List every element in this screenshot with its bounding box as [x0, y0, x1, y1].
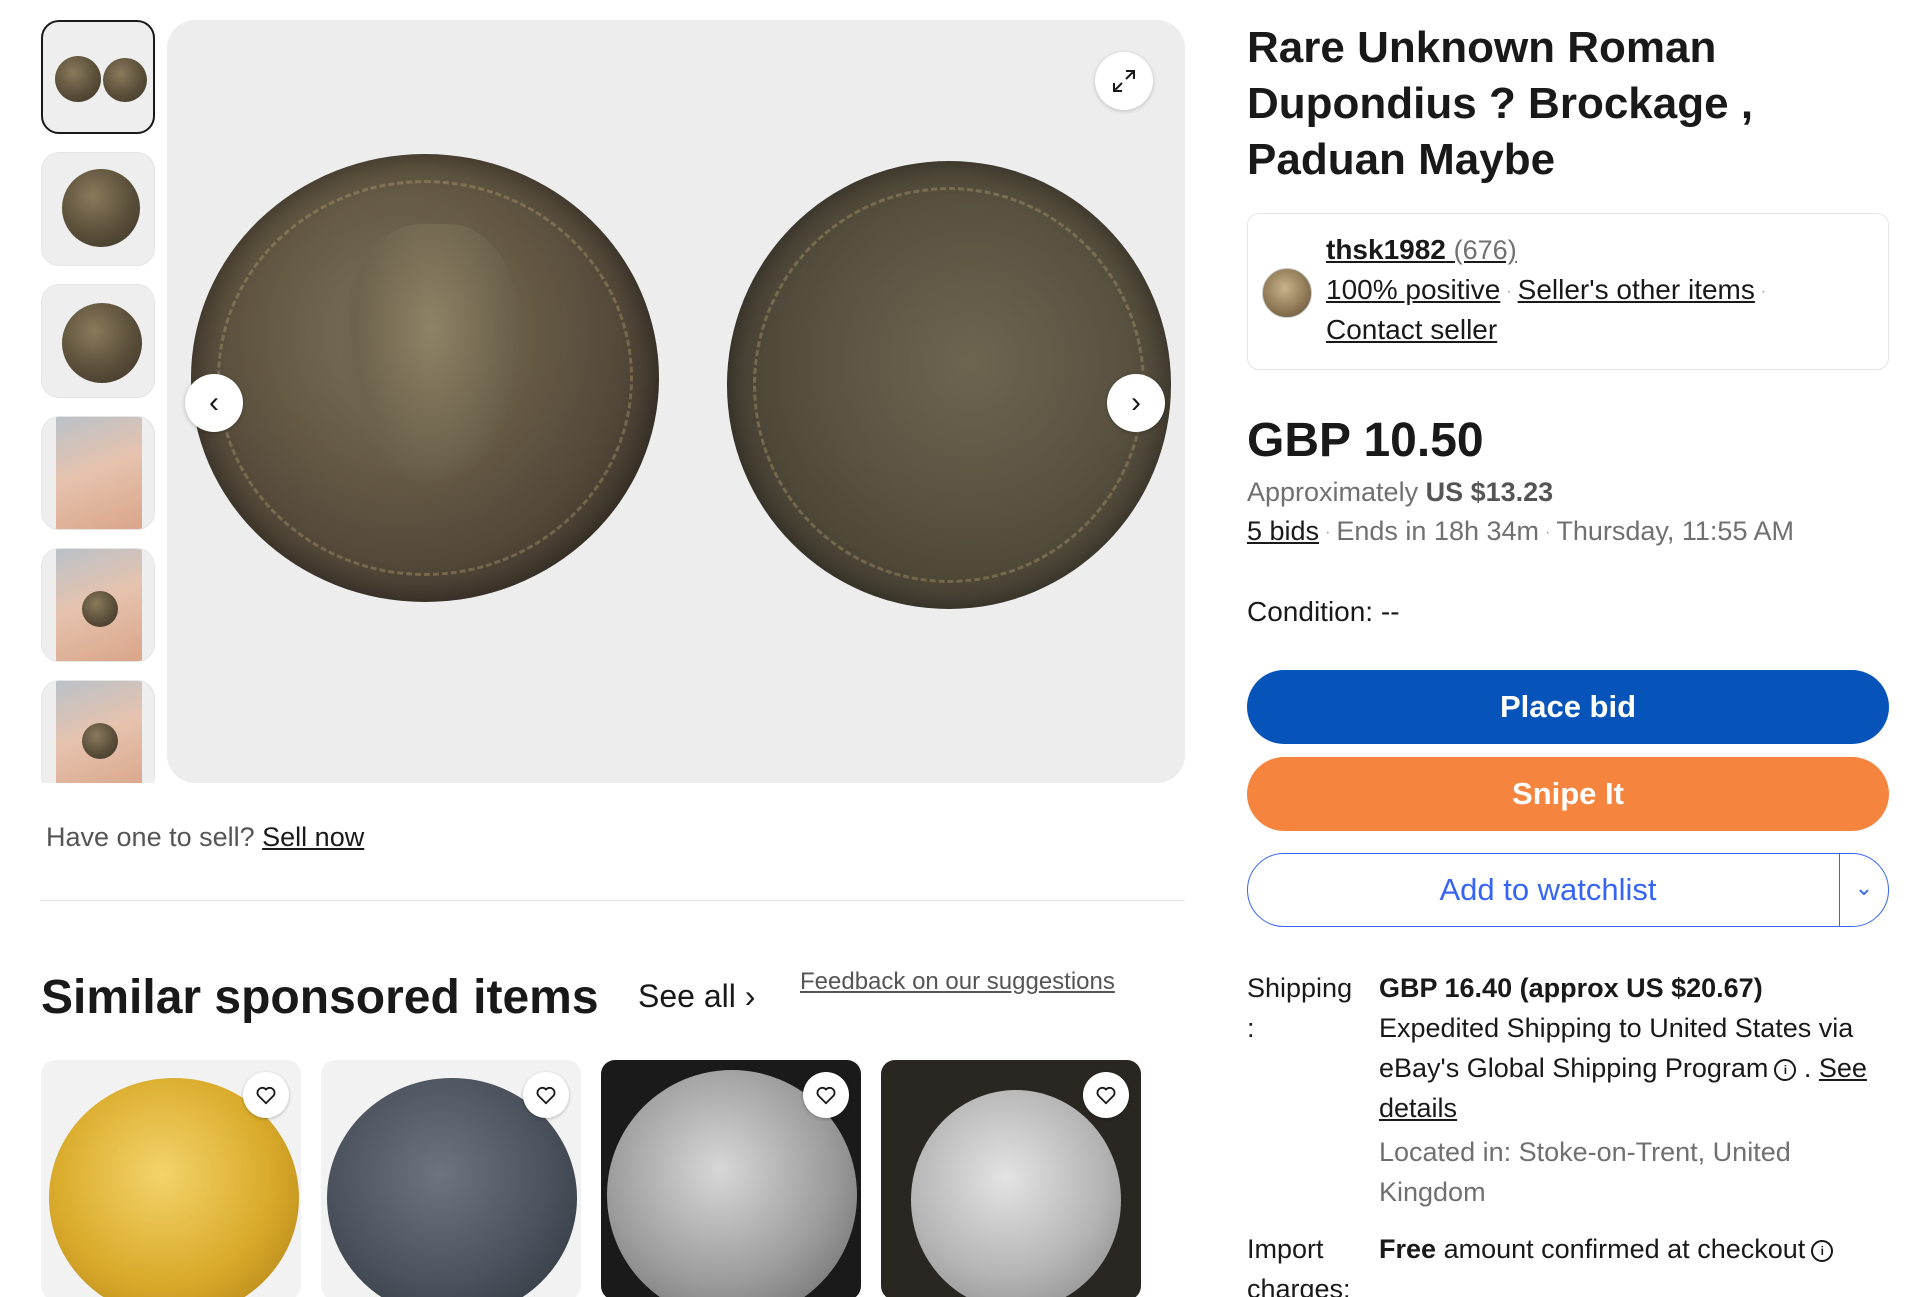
sell-prompt: Have one to sell? Sell now [46, 822, 364, 853]
coin-legend-ring [753, 187, 1145, 583]
shipping-price: GBP 16.40 (approx US $20.67) [1379, 973, 1763, 1003]
see-all-link[interactable]: See all › [638, 978, 755, 1015]
seller-other-items-link[interactable]: Seller's other items [1518, 274, 1755, 305]
coin-thumb-image [62, 303, 142, 383]
watch-heart-button[interactable] [803, 1072, 849, 1118]
condition-row: Condition: -- [1247, 596, 1400, 628]
place-bid-label: Place bid [1499, 689, 1637, 724]
seller-avatar[interactable] [1262, 268, 1312, 318]
approx-price: Approximately US $13.23 [1247, 477, 1553, 508]
time-left: Ends in 18h 34m [1336, 516, 1540, 546]
chevron-left-icon: ‹ [209, 386, 219, 419]
heart-icon [256, 1086, 276, 1105]
seller-links: 100% positive · Seller's other items · [1326, 274, 1772, 306]
listing-title: Rare Unknown Roman Dupondius ? Brockage … [1247, 23, 1754, 184]
seller-feedback-count: (676) [1453, 235, 1517, 265]
next-image-button[interactable]: › [1107, 374, 1165, 432]
elephant-coin-image [911, 1090, 1121, 1297]
separator-dot: · [1325, 523, 1331, 541]
watchlist-label: Add to watchlist [1439, 872, 1657, 907]
seller-card: thsk1982 (676) 100% positive · Seller's ot… [1247, 213, 1889, 370]
shipping-label: Shipping: [1247, 973, 1353, 1043]
item-location: Located in: Stoke-on-Trent, United Kingd… [1379, 1137, 1791, 1207]
feedback-link[interactable]: Feedback on our suggestions [800, 968, 1115, 996]
add-to-watchlist-button[interactable]: Add to watchlist ⌄ [1247, 853, 1889, 927]
heart-icon [1096, 1086, 1116, 1105]
sell-now-link[interactable]: Sell now [262, 822, 364, 852]
seller-name: thsk1982 [1326, 234, 1446, 265]
similar-item-card[interactable] [321, 1060, 581, 1297]
coin-reverse-image [727, 161, 1171, 609]
watch-heart-button[interactable] [243, 1072, 289, 1118]
coin-portrait [341, 224, 521, 484]
thumbnail-6[interactable] [41, 680, 155, 783]
bids-info: 5 bids · Ends in 18h 34m · Thursday, 11:55 A… [1247, 516, 1794, 547]
previous-image-button[interactable]: ‹ [185, 374, 243, 432]
chevron-down-icon[interactable]: ⌄ [1852, 875, 1876, 900]
bids-link[interactable]: 5 bids [1247, 516, 1319, 546]
thumbnail-1[interactable] [41, 20, 155, 134]
similar-item-card[interactable] [41, 1060, 301, 1297]
separator-dot: · [1506, 282, 1512, 300]
snipe-it-label: Snipe It [1512, 776, 1624, 811]
see-all-label: See all [638, 978, 736, 1014]
condition-label: Condition: [1247, 596, 1374, 627]
coin-thumb-image [82, 723, 118, 759]
similar-items-title: Similar sponsored items [41, 971, 599, 1024]
thumbnail-5[interactable] [41, 548, 155, 662]
coin-thumb-image [82, 591, 118, 627]
main-image-viewer[interactable]: ‹ › [167, 20, 1185, 783]
watchlist-divider [1838, 854, 1840, 926]
coin-thumb-image [62, 169, 140, 247]
separator-dot: · [1760, 282, 1767, 300]
separator-dot: · [1545, 523, 1551, 541]
chevron-right-icon: › [1131, 386, 1141, 419]
current-price: GBP 10.50 [1247, 414, 1484, 467]
similar-items-carousel [41, 1060, 1151, 1297]
thumbnail-3[interactable] [41, 284, 155, 398]
snipe-it-button[interactable]: Snipe It [1247, 757, 1889, 831]
contact-seller-link[interactable]: Contact seller [1326, 314, 1497, 345]
thumbnail-2[interactable] [41, 152, 155, 266]
coin-thumb-image [103, 58, 147, 102]
similar-item-card[interactable] [881, 1060, 1141, 1297]
positive-feedback-link[interactable]: 100% positive [1326, 274, 1500, 305]
import-charges-label: Import charges: [1247, 1234, 1351, 1297]
import-text: amount confirmed at checkout [1443, 1234, 1806, 1264]
chevron-right-icon: › [744, 978, 756, 1014]
coin-thumb-image [55, 56, 101, 102]
import-free: Free [1379, 1234, 1437, 1264]
watch-heart-button[interactable] [523, 1072, 569, 1118]
heart-icon [536, 1086, 556, 1105]
condition-value: -- [1380, 596, 1400, 627]
seller-name-link[interactable]: thsk1982 (676) [1326, 234, 1517, 266]
coin-obverse-image [191, 154, 659, 602]
seller-contact-row: Contact seller [1326, 314, 1497, 346]
similar-item-card[interactable] [601, 1060, 861, 1297]
place-bid-button[interactable]: Place bid [1247, 670, 1889, 744]
end-time: Thursday, 11:55 AM [1556, 516, 1794, 546]
expand-icon [1113, 70, 1135, 92]
info-icon[interactable]: i [1811, 1239, 1834, 1262]
thumbnail-4[interactable] [41, 416, 155, 530]
hand-photo [56, 417, 142, 529]
shipping-details: GBP 16.40 (approx US $20.67) Expedited S… [1379, 973, 1867, 1123]
approx-value: US $13.23 [1425, 477, 1554, 507]
section-divider [40, 900, 1185, 901]
approx-prefix: Approximately [1247, 477, 1419, 507]
thumbnail-strip [41, 20, 157, 783]
watch-heart-button[interactable] [1083, 1072, 1129, 1118]
info-icon[interactable]: i [1774, 1058, 1797, 1081]
heart-icon [816, 1086, 836, 1105]
import-charges-value: Free amount confirmed at checkout i [1379, 1229, 1834, 1269]
expand-image-button[interactable] [1095, 52, 1153, 110]
sell-prompt-text: Have one to sell? [46, 822, 255, 852]
